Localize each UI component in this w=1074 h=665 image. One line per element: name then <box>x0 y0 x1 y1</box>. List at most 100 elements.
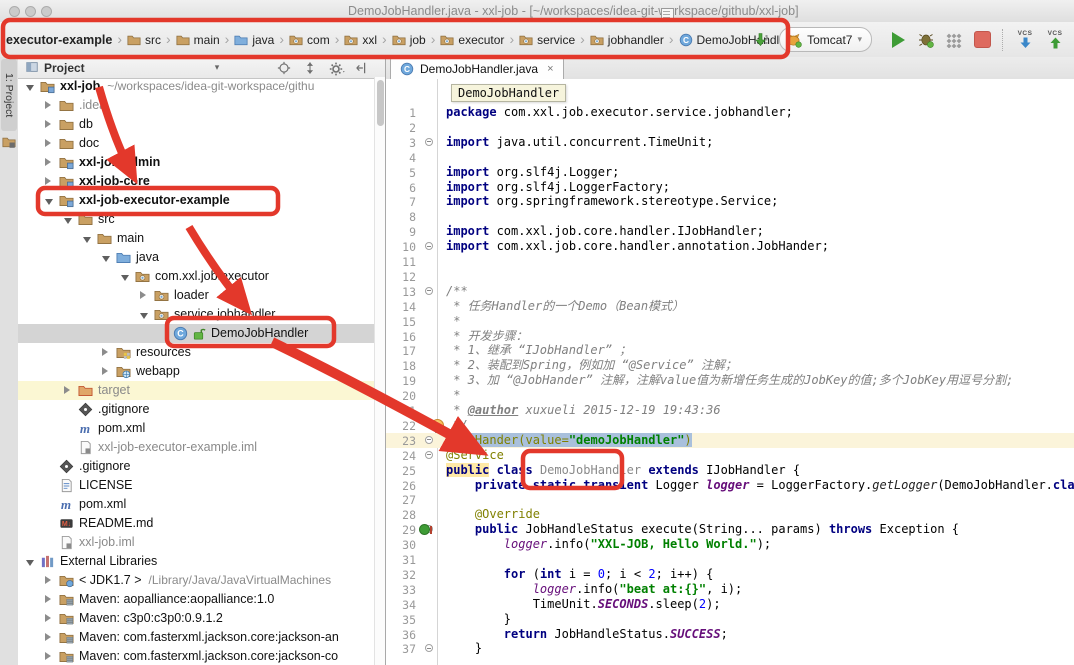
fold-marker-icon[interactable] <box>425 242 433 250</box>
vcs-update-button[interactable]: VCS <box>1013 30 1037 49</box>
folder-module-icon <box>40 79 55 94</box>
tree-item--gitignore[interactable]: .gitignore <box>18 457 374 476</box>
tree-expand-arrow[interactable] <box>64 386 70 394</box>
tree-item-license[interactable]: LICENSE <box>18 476 374 495</box>
tree-item-maven-aopalliance-aopalliance-1-0[interactable]: Maven: aopalliance:aopalliance:1.0 <box>18 590 374 609</box>
gear-icon[interactable] <box>329 61 343 75</box>
vcs-commit-button[interactable]: VCS <box>1043 30 1067 49</box>
tree-collapse-arrow[interactable] <box>26 85 34 91</box>
tree-expand-arrow[interactable] <box>102 348 108 356</box>
tree-expand-arrow[interactable] <box>45 652 51 660</box>
scrollbar-thumb[interactable] <box>377 80 384 126</box>
tree-collapse-arrow[interactable] <box>83 237 91 243</box>
tree-expand-arrow[interactable] <box>45 158 51 166</box>
tree-collapse-arrow[interactable] <box>140 313 148 319</box>
breadcrumb-item-executor-example[interactable]: executor-example <box>6 33 112 47</box>
chevron-down-icon[interactable]: ▾ <box>215 62 220 73</box>
breadcrumb-item-main[interactable]: main <box>176 33 220 47</box>
stop-button[interactable] <box>971 29 993 51</box>
breadcrumb-item-jobhandler[interactable]: jobhandler <box>590 33 664 47</box>
tree-item-xxl-job[interactable]: xxl-job~/workspaces/idea-git-workspace/g… <box>18 77 374 96</box>
close-window-button[interactable] <box>9 6 20 17</box>
debug-button[interactable] <box>915 29 937 51</box>
vcs-commit-label: VCS <box>1048 30 1063 37</box>
tree-collapse-arrow[interactable] <box>45 199 53 205</box>
minimize-window-button[interactable] <box>25 6 36 17</box>
chevron-down-icon: ▾ <box>857 34 862 45</box>
tree-item-maven-com-fasterxml-jackson-core-jackson-an[interactable]: Maven: com.fasterxml.jackson.core:jackso… <box>18 628 374 647</box>
tree-item-service-jobhandler[interactable]: service.jobhandler <box>18 305 374 324</box>
breadcrumb-item-java[interactable]: java <box>234 33 274 47</box>
breadcrumb-item-job[interactable]: job <box>392 33 426 47</box>
tree-expand-arrow[interactable] <box>45 177 51 185</box>
tree-item--jdk1-7-[interactable]: < JDK1.7 >/Library/Java/JavaVirtualMachi… <box>18 571 374 590</box>
tree-collapse-arrow[interactable] <box>102 256 110 262</box>
hide-panel-icon[interactable] <box>355 61 369 75</box>
tree-item--idea[interactable]: .idea <box>18 96 374 115</box>
package-icon <box>392 33 406 47</box>
fold-marker-icon[interactable] <box>425 644 433 652</box>
locate-file-icon[interactable] <box>277 61 291 75</box>
tree-item-label: xxl-job-core <box>79 174 150 188</box>
tree-item-xxl-job-executor-example[interactable]: xxl-job-executor-example <box>18 191 374 210</box>
tab-demojobhandler[interactable]: C DemoJobHandler.java × <box>390 57 564 79</box>
tree-expand-arrow[interactable] <box>45 595 51 603</box>
tree-item-loader[interactable]: loader <box>18 286 374 305</box>
tree-item-xxl-job-core[interactable]: xxl-job-core <box>18 172 374 191</box>
project-panel-title[interactable]: Project <box>44 61 85 75</box>
package-icon <box>154 288 169 303</box>
tree-item-pom-xml[interactable]: mpom.xml <box>18 419 374 438</box>
tree-item-demojobhandler[interactable]: CDemoJobHandler <box>18 324 374 343</box>
tree-item-src[interactable]: src <box>18 210 374 229</box>
tree-item-main[interactable]: main <box>18 229 374 248</box>
tree-expand-arrow[interactable] <box>45 101 51 109</box>
tree-item-webapp[interactable]: webapp <box>18 362 374 381</box>
tree-item-external-libraries[interactable]: External Libraries <box>18 552 374 571</box>
tree-collapse-arrow[interactable] <box>26 560 34 566</box>
tree-expand-arrow[interactable] <box>45 633 51 641</box>
fold-marker-icon[interactable] <box>425 451 433 459</box>
breadcrumb-item-com[interactable]: com <box>289 33 330 47</box>
tree-expand-arrow[interactable] <box>45 576 51 584</box>
close-tab-icon[interactable]: × <box>547 63 553 75</box>
tree-collapse-arrow[interactable] <box>121 275 129 281</box>
project-tool-window-tab[interactable]: 1: Project <box>1 59 17 131</box>
tree-item-java[interactable]: java <box>18 248 374 267</box>
tree-item-com-xxl-job-executor[interactable]: com.xxl.job.executor <box>18 267 374 286</box>
tree-expand-arrow[interactable] <box>45 120 51 128</box>
breadcrumb-item-executor[interactable]: executor <box>440 33 504 47</box>
zoom-window-button[interactable] <box>41 6 52 17</box>
tree-item-readme-md[interactable]: M↓README.md <box>18 514 374 533</box>
fold-marker-icon[interactable] <box>425 138 433 146</box>
run-button[interactable] <box>887 29 909 51</box>
tree-item-db[interactable]: db <box>18 115 374 134</box>
tree-item-maven-com-fasterxml-jackson-core-jackson-co[interactable]: Maven: com.fasterxml.jackson.core:jackso… <box>18 647 374 665</box>
fold-marker-icon[interactable] <box>425 436 433 444</box>
tree-item-target[interactable]: target <box>18 381 374 400</box>
tree-item-pom-xml[interactable]: mpom.xml <box>18 495 374 514</box>
tree-collapse-arrow[interactable] <box>64 218 72 224</box>
tree-expand-arrow[interactable] <box>45 139 51 147</box>
scroll-from-source-icon[interactable] <box>303 61 317 75</box>
tree-expand-arrow[interactable] <box>140 291 146 299</box>
tree-item-doc[interactable]: doc <box>18 134 374 153</box>
code-token: ; <box>721 627 728 641</box>
tree-item-xxl-job-admin[interactable]: xxl-job-admin <box>18 153 374 172</box>
override-method-icon[interactable] <box>419 524 430 535</box>
tree-item--gitignore[interactable]: .gitignore <box>18 400 374 419</box>
tree-item-xxl-job-iml[interactable]: xxl-job.iml <box>18 533 374 552</box>
breadcrumb-item-src[interactable]: src <box>127 33 161 47</box>
intention-bulb-icon[interactable] <box>431 419 444 432</box>
tree-expand-arrow[interactable] <box>45 614 51 622</box>
tree-item-xxl-job-executor-example-iml[interactable]: xxl-job-executor-example.iml <box>18 438 374 457</box>
fold-marker-icon[interactable] <box>425 287 433 295</box>
scroll-to-source-icon[interactable] <box>753 32 769 48</box>
tree-item-resources[interactable]: resources <box>18 343 374 362</box>
breadcrumb-item-service[interactable]: service <box>519 33 575 47</box>
coverage-button[interactable] <box>943 29 965 51</box>
breadcrumb-item-xxl[interactable]: xxl <box>344 33 377 47</box>
run-configuration-select[interactable]: Tomcat7 ▾ <box>779 27 872 52</box>
tree-expand-arrow[interactable] <box>102 367 108 375</box>
editor-body[interactable]: DemoJobHandler 1package com.xxl.job.exec… <box>386 79 1074 665</box>
tree-item-maven-c3p0-c3p0-0-9-1-2[interactable]: Maven: c3p0:c3p0:0.9.1.2 <box>18 609 374 628</box>
